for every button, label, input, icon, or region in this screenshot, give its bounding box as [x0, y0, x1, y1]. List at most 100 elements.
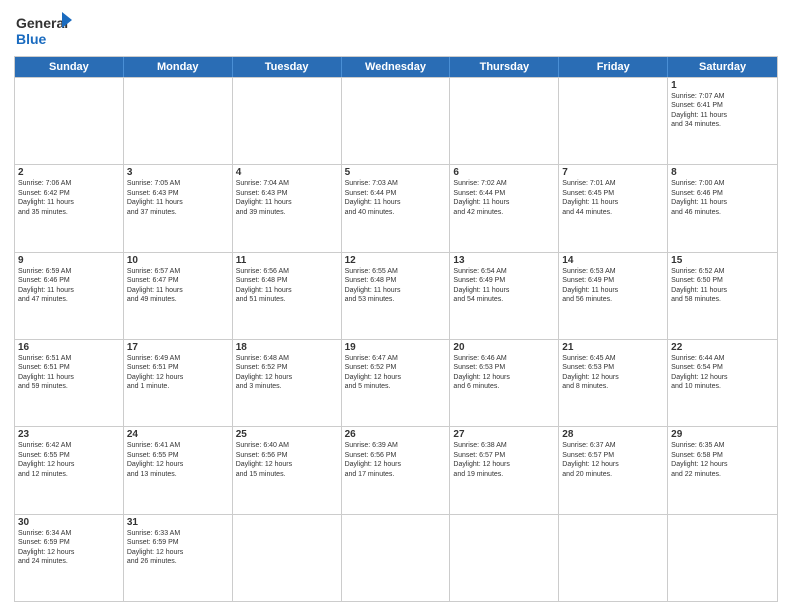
calendar-header-row: SundayMondayTuesdayWednesdayThursdayFrid… [15, 57, 777, 77]
cal-cell-4-6: 29Sunrise: 6:35 AM Sunset: 6:58 PM Dayli… [668, 427, 777, 513]
cal-cell-1-3: 5Sunrise: 7:03 AM Sunset: 6:44 PM Daylig… [342, 165, 451, 251]
cell-info: Sunrise: 6:59 AM Sunset: 6:46 PM Dayligh… [18, 267, 120, 305]
cal-cell-4-3: 26Sunrise: 6:39 AM Sunset: 6:56 PM Dayli… [342, 427, 451, 513]
cal-cell-5-4 [450, 515, 559, 601]
day-number: 2 [18, 167, 120, 178]
day-number: 22 [671, 342, 774, 353]
cal-cell-1-5: 7Sunrise: 7:01 AM Sunset: 6:45 PM Daylig… [559, 165, 668, 251]
cal-cell-0-3 [342, 78, 451, 164]
cal-header-wednesday: Wednesday [342, 57, 451, 77]
cal-cell-2-3: 12Sunrise: 6:55 AM Sunset: 6:48 PM Dayli… [342, 253, 451, 339]
day-number: 7 [562, 167, 664, 178]
cal-cell-0-6: 1Sunrise: 7:07 AM Sunset: 6:41 PM Daylig… [668, 78, 777, 164]
day-number: 30 [18, 517, 120, 528]
cell-info: Sunrise: 6:33 AM Sunset: 6:59 PM Dayligh… [127, 529, 229, 567]
cal-cell-2-5: 14Sunrise: 6:53 AM Sunset: 6:49 PM Dayli… [559, 253, 668, 339]
cell-info: Sunrise: 6:41 AM Sunset: 6:55 PM Dayligh… [127, 441, 229, 479]
cell-info: Sunrise: 6:44 AM Sunset: 6:54 PM Dayligh… [671, 354, 774, 392]
cell-info: Sunrise: 7:04 AM Sunset: 6:43 PM Dayligh… [236, 179, 338, 217]
logo-area: GeneralBlue [14, 10, 74, 50]
cal-header-sunday: Sunday [15, 57, 124, 77]
day-number: 31 [127, 517, 229, 528]
header: GeneralBlue [14, 10, 778, 50]
cal-cell-1-1: 3Sunrise: 7:05 AM Sunset: 6:43 PM Daylig… [124, 165, 233, 251]
cal-cell-1-6: 8Sunrise: 7:00 AM Sunset: 6:46 PM Daylig… [668, 165, 777, 251]
day-number: 20 [453, 342, 555, 353]
cell-info: Sunrise: 6:48 AM Sunset: 6:52 PM Dayligh… [236, 354, 338, 392]
cal-cell-3-2: 18Sunrise: 6:48 AM Sunset: 6:52 PM Dayli… [233, 340, 342, 426]
cal-cell-5-6 [668, 515, 777, 601]
cal-week-6: 30Sunrise: 6:34 AM Sunset: 6:59 PM Dayli… [15, 514, 777, 601]
cell-info: Sunrise: 6:57 AM Sunset: 6:47 PM Dayligh… [127, 267, 229, 305]
cell-info: Sunrise: 7:01 AM Sunset: 6:45 PM Dayligh… [562, 179, 664, 217]
cal-cell-4-5: 28Sunrise: 6:37 AM Sunset: 6:57 PM Dayli… [559, 427, 668, 513]
day-number: 4 [236, 167, 338, 178]
day-number: 13 [453, 255, 555, 266]
cal-cell-0-5 [559, 78, 668, 164]
cal-cell-5-5 [559, 515, 668, 601]
cell-info: Sunrise: 6:52 AM Sunset: 6:50 PM Dayligh… [671, 267, 774, 305]
cell-info: Sunrise: 7:05 AM Sunset: 6:43 PM Dayligh… [127, 179, 229, 217]
day-number: 18 [236, 342, 338, 353]
day-number: 3 [127, 167, 229, 178]
day-number: 25 [236, 429, 338, 440]
cal-cell-2-4: 13Sunrise: 6:54 AM Sunset: 6:49 PM Dayli… [450, 253, 559, 339]
day-number: 19 [345, 342, 447, 353]
day-number: 27 [453, 429, 555, 440]
day-number: 5 [345, 167, 447, 178]
cal-cell-5-2 [233, 515, 342, 601]
day-number: 29 [671, 429, 774, 440]
cal-cell-3-1: 17Sunrise: 6:49 AM Sunset: 6:51 PM Dayli… [124, 340, 233, 426]
cal-header-tuesday: Tuesday [233, 57, 342, 77]
cell-info: Sunrise: 6:49 AM Sunset: 6:51 PM Dayligh… [127, 354, 229, 392]
cell-info: Sunrise: 6:39 AM Sunset: 6:56 PM Dayligh… [345, 441, 447, 479]
generalblue-logo-icon: GeneralBlue [14, 10, 74, 50]
cell-info: Sunrise: 6:45 AM Sunset: 6:53 PM Dayligh… [562, 354, 664, 392]
cell-info: Sunrise: 7:03 AM Sunset: 6:44 PM Dayligh… [345, 179, 447, 217]
cal-week-1: 1Sunrise: 7:07 AM Sunset: 6:41 PM Daylig… [15, 77, 777, 164]
cal-cell-2-6: 15Sunrise: 6:52 AM Sunset: 6:50 PM Dayli… [668, 253, 777, 339]
cal-cell-0-2 [233, 78, 342, 164]
svg-text:Blue: Blue [16, 31, 47, 47]
cell-info: Sunrise: 6:54 AM Sunset: 6:49 PM Dayligh… [453, 267, 555, 305]
cell-info: Sunrise: 6:55 AM Sunset: 6:48 PM Dayligh… [345, 267, 447, 305]
calendar: SundayMondayTuesdayWednesdayThursdayFrid… [14, 56, 778, 602]
cell-info: Sunrise: 6:46 AM Sunset: 6:53 PM Dayligh… [453, 354, 555, 392]
cal-week-5: 23Sunrise: 6:42 AM Sunset: 6:55 PM Dayli… [15, 426, 777, 513]
cal-header-saturday: Saturday [668, 57, 777, 77]
cell-info: Sunrise: 6:56 AM Sunset: 6:48 PM Dayligh… [236, 267, 338, 305]
cal-cell-3-4: 20Sunrise: 6:46 AM Sunset: 6:53 PM Dayli… [450, 340, 559, 426]
day-number: 16 [18, 342, 120, 353]
day-number: 28 [562, 429, 664, 440]
cal-week-2: 2Sunrise: 7:06 AM Sunset: 6:42 PM Daylig… [15, 164, 777, 251]
cal-week-4: 16Sunrise: 6:51 AM Sunset: 6:51 PM Dayli… [15, 339, 777, 426]
cal-cell-1-0: 2Sunrise: 7:06 AM Sunset: 6:42 PM Daylig… [15, 165, 124, 251]
cell-info: Sunrise: 6:42 AM Sunset: 6:55 PM Dayligh… [18, 441, 120, 479]
cal-cell-4-2: 25Sunrise: 6:40 AM Sunset: 6:56 PM Dayli… [233, 427, 342, 513]
cal-week-3: 9Sunrise: 6:59 AM Sunset: 6:46 PM Daylig… [15, 252, 777, 339]
cal-cell-0-0 [15, 78, 124, 164]
day-number: 24 [127, 429, 229, 440]
cal-cell-5-0: 30Sunrise: 6:34 AM Sunset: 6:59 PM Dayli… [15, 515, 124, 601]
cal-cell-3-0: 16Sunrise: 6:51 AM Sunset: 6:51 PM Dayli… [15, 340, 124, 426]
cal-cell-3-3: 19Sunrise: 6:47 AM Sunset: 6:52 PM Dayli… [342, 340, 451, 426]
cell-info: Sunrise: 6:47 AM Sunset: 6:52 PM Dayligh… [345, 354, 447, 392]
cell-info: Sunrise: 6:53 AM Sunset: 6:49 PM Dayligh… [562, 267, 664, 305]
cal-cell-2-1: 10Sunrise: 6:57 AM Sunset: 6:47 PM Dayli… [124, 253, 233, 339]
cell-info: Sunrise: 6:35 AM Sunset: 6:58 PM Dayligh… [671, 441, 774, 479]
day-number: 8 [671, 167, 774, 178]
cal-header-friday: Friday [559, 57, 668, 77]
day-number: 9 [18, 255, 120, 266]
cal-header-thursday: Thursday [450, 57, 559, 77]
cell-info: Sunrise: 6:37 AM Sunset: 6:57 PM Dayligh… [562, 441, 664, 479]
cal-cell-0-4 [450, 78, 559, 164]
cell-info: Sunrise: 6:38 AM Sunset: 6:57 PM Dayligh… [453, 441, 555, 479]
cal-cell-3-5: 21Sunrise: 6:45 AM Sunset: 6:53 PM Dayli… [559, 340, 668, 426]
cell-info: Sunrise: 7:02 AM Sunset: 6:44 PM Dayligh… [453, 179, 555, 217]
cal-cell-2-2: 11Sunrise: 6:56 AM Sunset: 6:48 PM Dayli… [233, 253, 342, 339]
cal-cell-1-4: 6Sunrise: 7:02 AM Sunset: 6:44 PM Daylig… [450, 165, 559, 251]
cal-cell-2-0: 9Sunrise: 6:59 AM Sunset: 6:46 PM Daylig… [15, 253, 124, 339]
cal-cell-5-3 [342, 515, 451, 601]
svg-text:General: General [16, 15, 68, 31]
page: GeneralBlue SundayMondayTuesdayWednesday… [0, 0, 792, 612]
